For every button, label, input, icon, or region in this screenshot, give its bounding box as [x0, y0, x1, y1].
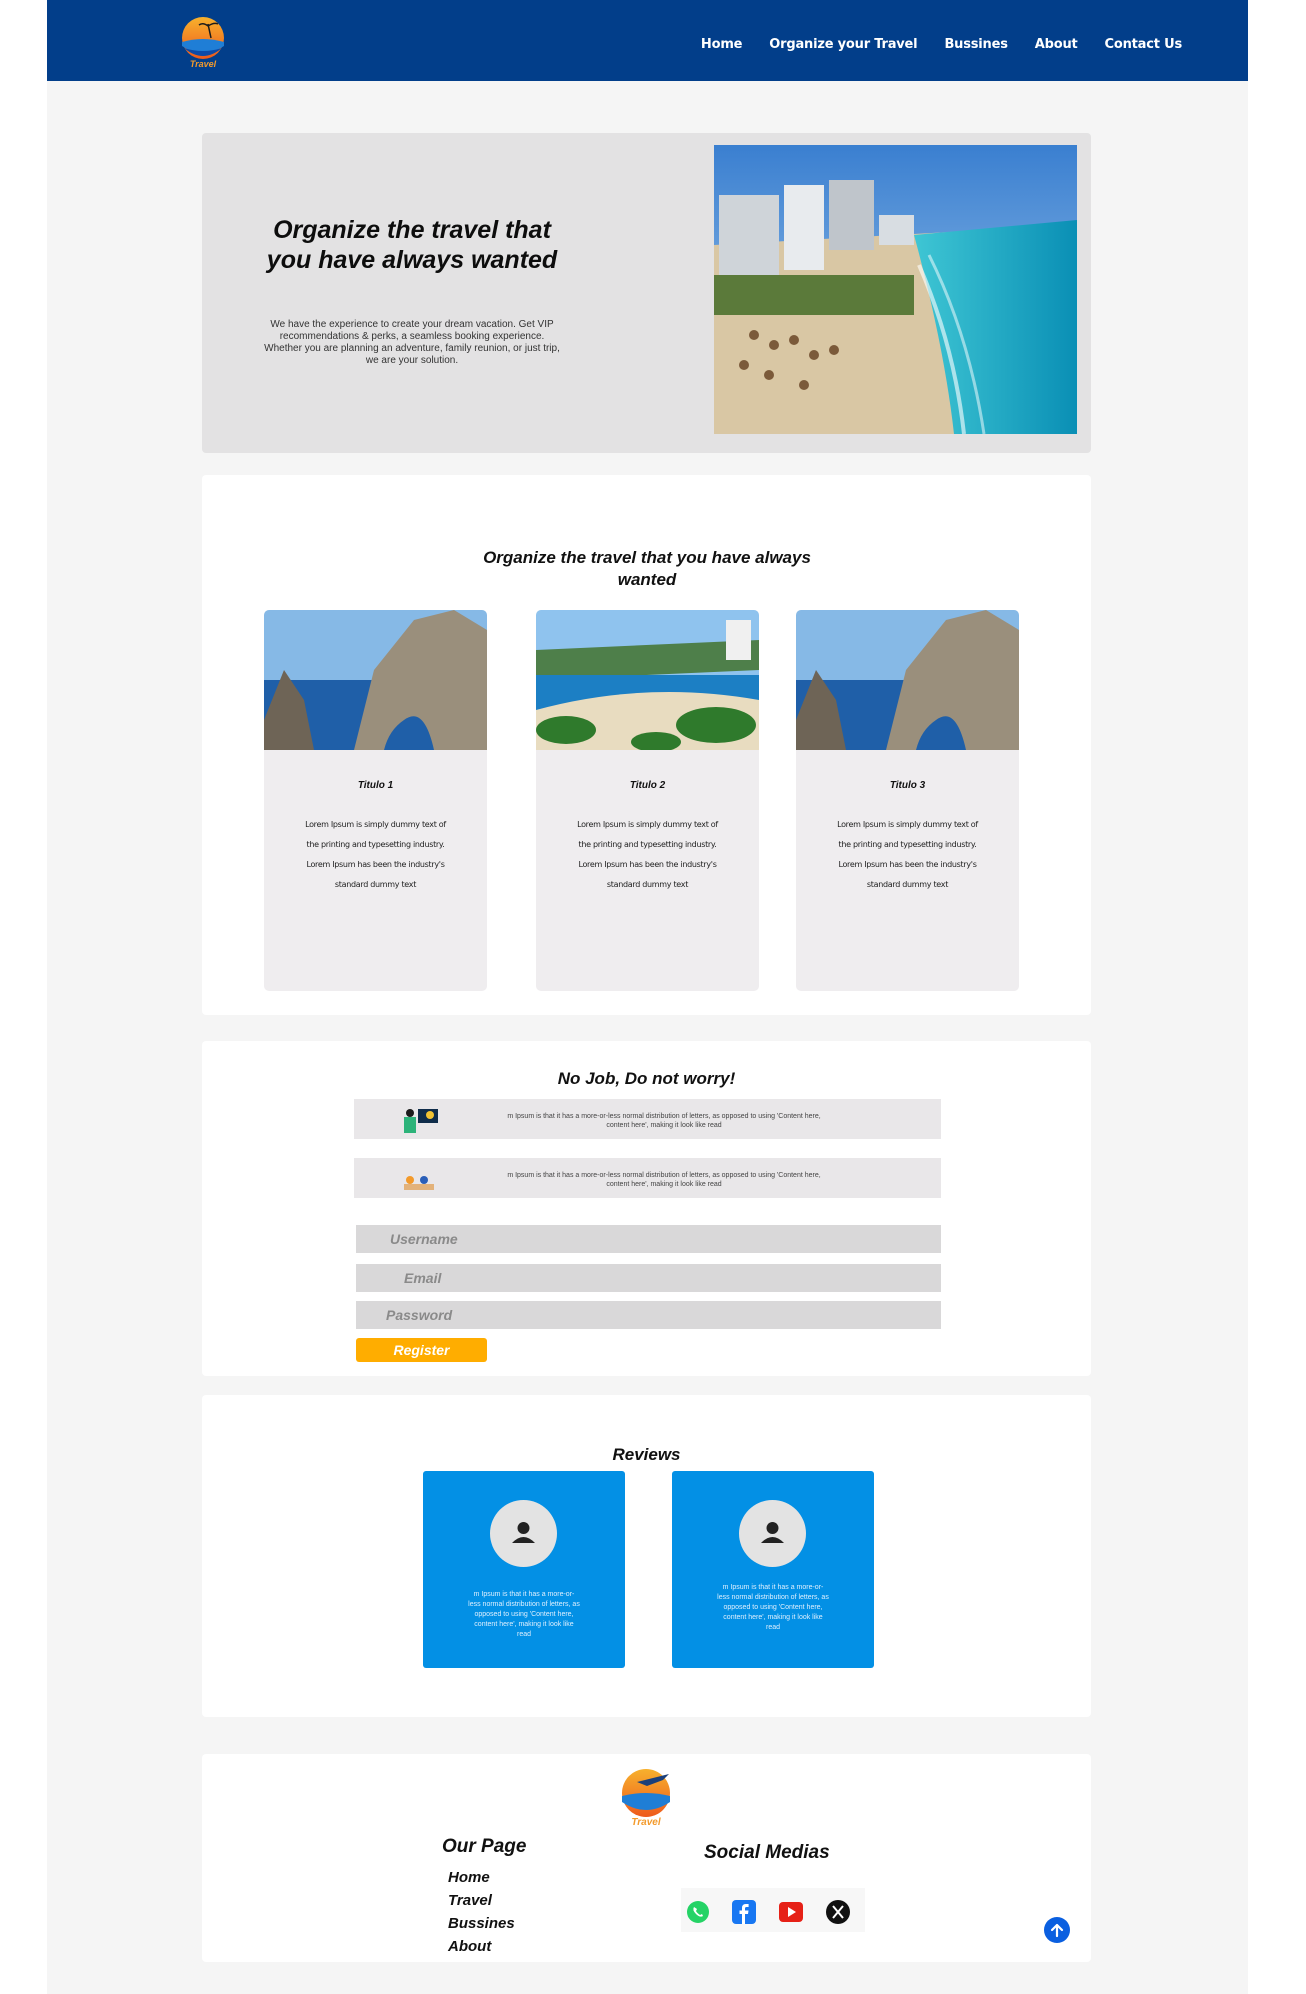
destinations-title: Organize the travel that you have always…: [483, 548, 811, 589]
nav-about-link[interactable]: About: [1035, 37, 1078, 52]
hero-section: Organize the travel that you have always…: [202, 133, 1091, 453]
footer-about-link[interactable]: About: [448, 1935, 515, 1958]
top-navbar: Travel Home Organize your Travel Bussine…: [47, 0, 1248, 81]
hero-description: We have the experience to create your dr…: [264, 319, 560, 366]
social-medias-title: Social Medias: [704, 1842, 830, 1863]
job-info-text: m Ipsum is that it has a more-or-less no…: [507, 1172, 821, 1188]
footer-travel-logo[interactable]: Travel: [617, 1766, 675, 1828]
palm-beach-image: [536, 610, 759, 750]
password-input[interactable]: Password: [356, 1301, 941, 1329]
scroll-to-top-button[interactable]: [1044, 1917, 1070, 1943]
register-button[interactable]: Register: [356, 1338, 487, 1362]
arrow-up-icon: [1050, 1923, 1064, 1938]
review-text: m Ipsum is that it has a more-or-less no…: [717, 1584, 829, 1631]
footer-travel-link[interactable]: Travel: [448, 1889, 515, 1912]
social-icons-row: [681, 1888, 865, 1932]
username-input[interactable]: Username: [356, 1225, 941, 1253]
destination-card[interactable]: Titulo 3 Lorem Ipsum is simply dummy tex…: [796, 610, 1019, 991]
footer-bussines-link[interactable]: Bussines: [448, 1912, 515, 1935]
job-section: No Job, Do not worry! m Ipsum is that it…: [202, 1041, 1091, 1376]
destination-title: Titulo 1: [357, 780, 394, 791]
job-info-row: m Ipsum is that it has a more-or-less no…: [354, 1158, 941, 1198]
destinations-section: Organize the travel that you have always…: [202, 475, 1091, 1015]
page: Travel Home Organize your Travel Bussine…: [47, 0, 1248, 1994]
footer: Travel Our Page Home Travel Bussines Abo…: [202, 1754, 1091, 1962]
whatsapp-icon[interactable]: [685, 1899, 711, 1925]
review-text: m Ipsum is that it has a more-or-less no…: [468, 1591, 580, 1638]
job-title: No Job, Do not worry!: [557, 1069, 736, 1088]
facebook-icon[interactable]: [731, 1899, 757, 1925]
nav-home-link[interactable]: Home: [701, 37, 743, 52]
hero-beach-image: [714, 145, 1077, 434]
x-icon[interactable]: [825, 1899, 851, 1925]
destination-text: Lorem Ipsum is simply dummy text of the …: [305, 820, 446, 889]
email-input[interactable]: Email: [356, 1264, 941, 1292]
destination-text: Lorem Ipsum is simply dummy text of the …: [837, 820, 978, 889]
reviews-section: Reviews m Ipsum is that it has a more-or…: [202, 1395, 1091, 1717]
nav-bussines-link[interactable]: Bussines: [944, 37, 1008, 52]
footer-links: Home Travel Bussines About: [448, 1866, 515, 1958]
logo-text: Travel: [190, 59, 217, 69]
destination-title: Titulo 2: [629, 780, 666, 791]
travel-logo[interactable]: Travel: [178, 14, 228, 70]
footer-home-link[interactable]: Home: [448, 1866, 515, 1889]
avatar: [739, 1500, 806, 1567]
arch-rock-image: [796, 610, 1019, 750]
job-info-text: m Ipsum is that it has a more-or-less no…: [507, 1113, 821, 1129]
nav-organize-travel-link[interactable]: Organize your Travel: [769, 37, 917, 52]
review-card: m Ipsum is that it has a more-or-less no…: [672, 1471, 874, 1668]
destination-title: Titulo 3: [889, 780, 926, 791]
destination-text: Lorem Ipsum is simply dummy text of the …: [577, 820, 718, 889]
destination-card[interactable]: Titulo 1 Lorem Ipsum is simply dummy tex…: [264, 610, 487, 991]
footer-logo-text: Travel: [631, 1817, 661, 1828]
youtube-icon[interactable]: [778, 1899, 804, 1925]
hero-title: Organize the travel that you have always…: [266, 216, 558, 274]
destination-card[interactable]: Titulo 2 Lorem Ipsum is simply dummy tex…: [536, 610, 759, 991]
arch-rock-image: [264, 610, 487, 750]
remote-work-icon: [396, 1105, 442, 1135]
nav-contact-link[interactable]: Contact Us: [1105, 37, 1183, 52]
team-work-icon: [396, 1164, 442, 1194]
reviews-title: Reviews: [612, 1445, 681, 1464]
avatar: [490, 1500, 557, 1567]
review-card: m Ipsum is that it has a more-or-less no…: [423, 1471, 625, 1668]
job-info-row: m Ipsum is that it has a more-or-less no…: [354, 1099, 941, 1139]
our-page-title: Our Page: [442, 1836, 527, 1857]
nav-links: Home Organize your Travel Bussines About…: [701, 37, 1182, 52]
